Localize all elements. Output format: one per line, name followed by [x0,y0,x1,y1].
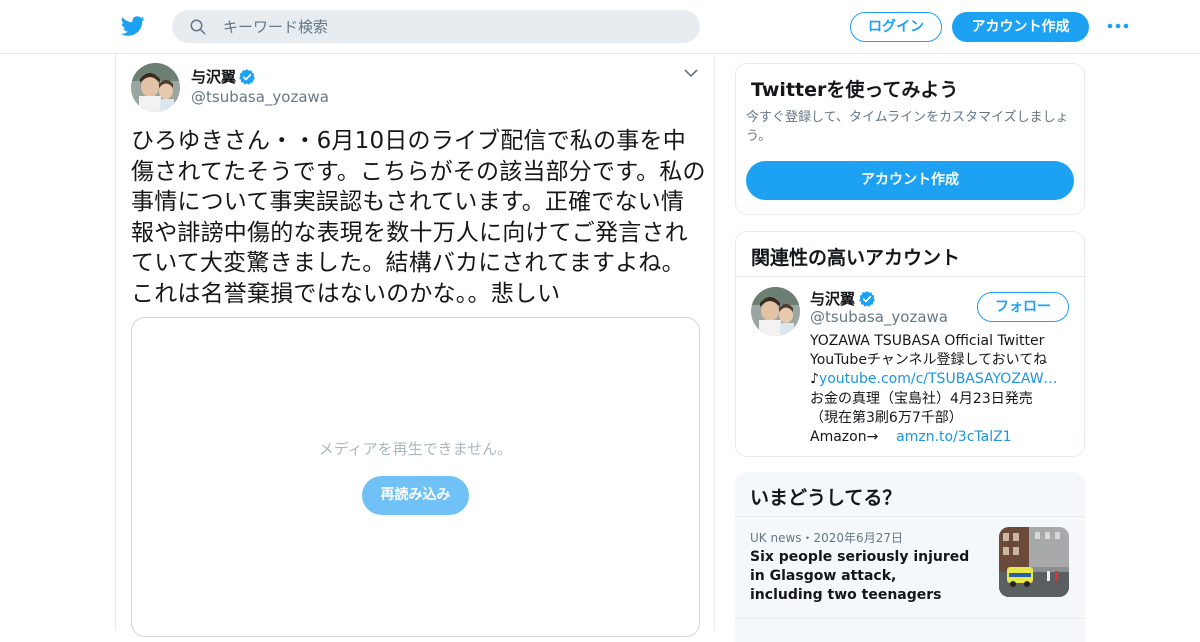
verified-badge-icon [239,69,255,85]
bio-line: Amazon→ amzn.to/3cTalZ1 [810,428,1080,447]
related-accounts-card: 関連性の高いアカウント 与沢翼 @tsubasa_yozawa フォロー YOZ… [735,231,1085,457]
related-accounts-title: 関連性の高いアカウント [751,247,961,269]
tweet-detail: 与沢翼 @tsubasa_yozawa ひろゆきさん・・6月10日のライブ配信で… [115,54,715,637]
top-navigation-bar: ログイン アカウント作成 [0,0,1200,54]
search-input[interactable] [223,15,683,39]
author-avatar[interactable] [131,63,180,112]
bio-line: お金の真理（宝島社）4月23日発売 [810,390,1033,407]
bio-text: Amazon→ [810,429,879,446]
bio-line: YouTubeチャンネル登録しておいてね [810,352,1048,369]
divider [735,516,1085,517]
search-box[interactable] [172,10,700,43]
signup-card: Twitterを使ってみよう 今すぐ登録して、タイムラインをカスタマイズしましょ… [735,63,1085,215]
divider [736,276,1084,277]
author-handle[interactable]: @tsubasa_yozawa [191,88,329,106]
trend-meta: UK news・2020年6月27日 [750,531,903,545]
media-error-message: メディアを再生できません。 [318,440,513,458]
follow-button[interactable]: フォロー [977,292,1069,322]
verified-badge-icon [859,291,875,307]
trend-thumbnail[interactable] [999,527,1069,597]
divider [735,618,1085,619]
related-account-avatar[interactable] [751,287,800,336]
author-name[interactable]: 与沢翼 [191,66,236,87]
create-account-button[interactable]: アカウント作成 [746,161,1074,200]
media-player: メディアを再生できません。 再読み込み [131,317,700,637]
related-account-handle[interactable]: @tsubasa_yozawa [810,308,948,326]
media-reload-button[interactable]: 再読み込み [362,476,469,515]
trend-headline[interactable]: Six people seriously injured in Glasgow … [750,548,972,606]
whats-happening-title: いまどうしてる？ [750,487,902,509]
tweet-text: ひろゆきさん・・6月10日のライブ配信で私の事を中傷されてたそうです。こちらがそ… [131,128,706,307]
signup-card-description: 今すぐ登録して、タイムラインをカスタマイズしましょう。 [746,110,1069,144]
bio-text: ♪ [810,371,819,388]
chevron-down-icon[interactable] [684,68,698,78]
youtube-link[interactable]: youtube.com/c/TSUBASAYOZAW… [819,371,1058,387]
whats-happening-card: いまどうしてる？ UK news・2020年6月27日 Six people s… [735,472,1085,642]
signup-card-title: Twitterを使ってみよう [751,79,959,101]
signup-button[interactable]: アカウント作成 [952,12,1089,42]
amazon-link[interactable]: amzn.to/3cTalZ1 [896,429,1011,445]
bio-line: YOZAWA TSUBASA Official Twitter [810,333,1045,349]
related-account-name[interactable]: 与沢翼 [810,288,855,309]
twitter-bird-icon[interactable] [120,14,146,38]
bio-line: ♪youtube.com/c/TSUBASAYOZAW… [810,370,1080,389]
search-icon [190,19,206,35]
more-options-icon[interactable] [1106,18,1130,34]
login-button[interactable]: ログイン [850,12,942,42]
related-account-bio: YOZAWA TSUBASA Official Twitter YouTubeチ… [810,332,1080,447]
bio-line: （現在第3刷6万7千部） [810,409,963,426]
